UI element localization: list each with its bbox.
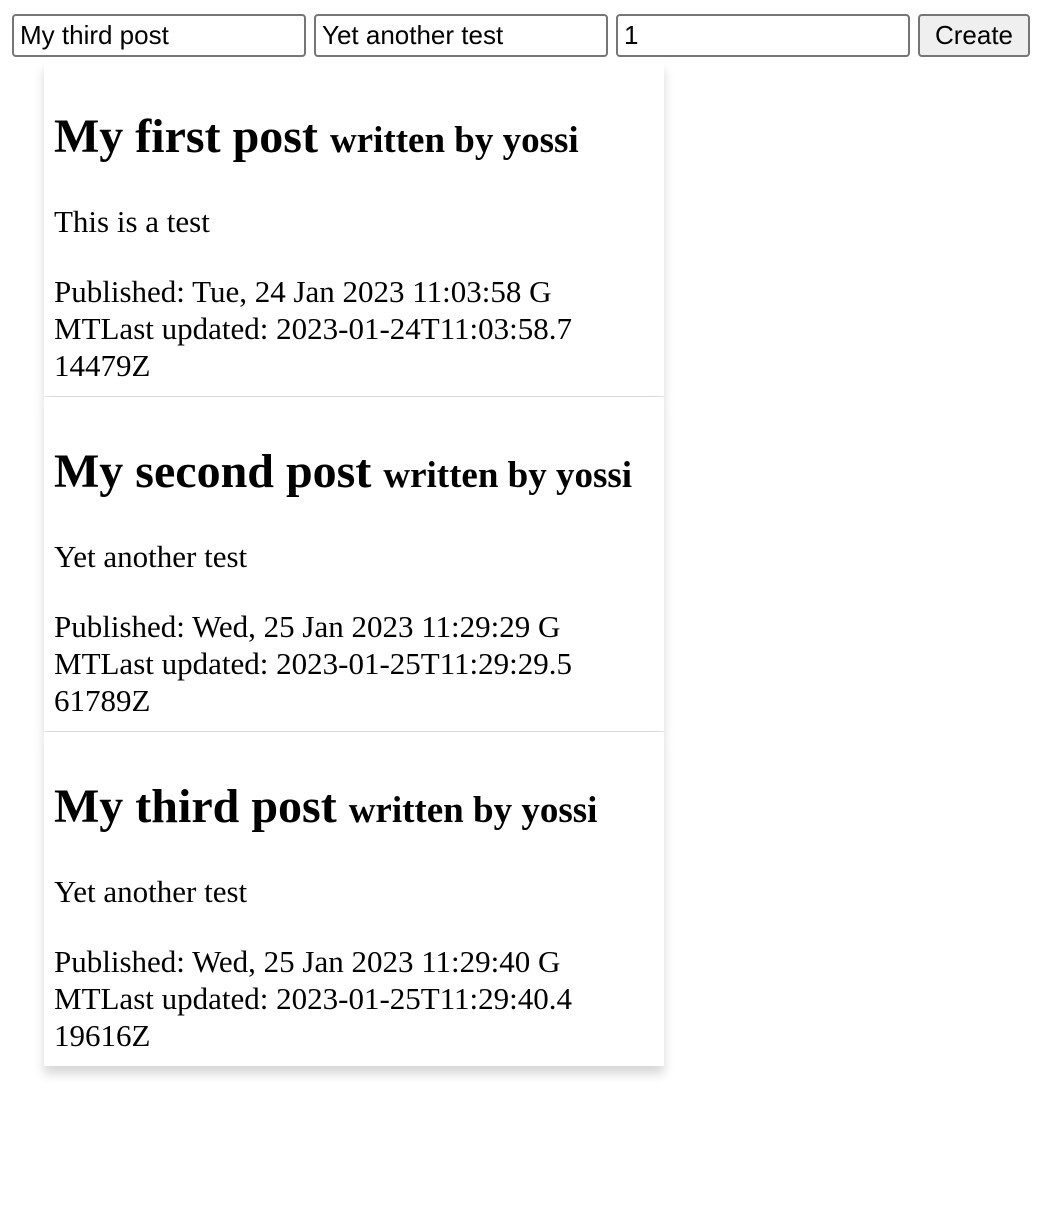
create-button[interactable]: Create bbox=[918, 14, 1030, 57]
post-list: My first post written by yossi This is a… bbox=[44, 62, 664, 1066]
post-heading: My first post written by yossi bbox=[54, 62, 654, 167]
author-id-input[interactable] bbox=[616, 14, 910, 57]
post-body: This is a test bbox=[54, 204, 210, 239]
post-meta: Published: Wed, 25 Jan 2023 11:29:40 GMT… bbox=[54, 944, 573, 1053]
post-author: written by yossi bbox=[348, 790, 598, 831]
post-author: written by yossi bbox=[383, 455, 633, 496]
post-meta: Published: Tue, 24 Jan 2023 11:03:58 GMT… bbox=[54, 274, 573, 383]
post-title: My first post bbox=[54, 110, 318, 163]
post-card: My third post written by yossi Yet anoth… bbox=[44, 732, 664, 1066]
post-meta: Published: Wed, 25 Jan 2023 11:29:29 GMT… bbox=[54, 609, 573, 718]
post-title: My second post bbox=[54, 445, 372, 498]
post-title-input[interactable] bbox=[12, 14, 306, 57]
post-heading: My second post written by yossi bbox=[54, 397, 654, 502]
post-body-input[interactable] bbox=[314, 14, 608, 57]
post-card: My first post written by yossi This is a… bbox=[44, 62, 664, 396]
post-body: Yet another test bbox=[54, 539, 248, 574]
post-card: My second post written by yossi Yet anot… bbox=[44, 397, 664, 731]
post-author: written by yossi bbox=[329, 120, 579, 161]
post-body: Yet another test bbox=[54, 874, 248, 909]
create-post-form: Create bbox=[12, 14, 1030, 57]
post-title: My third post bbox=[54, 780, 337, 833]
post-heading: My third post written by yossi bbox=[54, 732, 654, 837]
